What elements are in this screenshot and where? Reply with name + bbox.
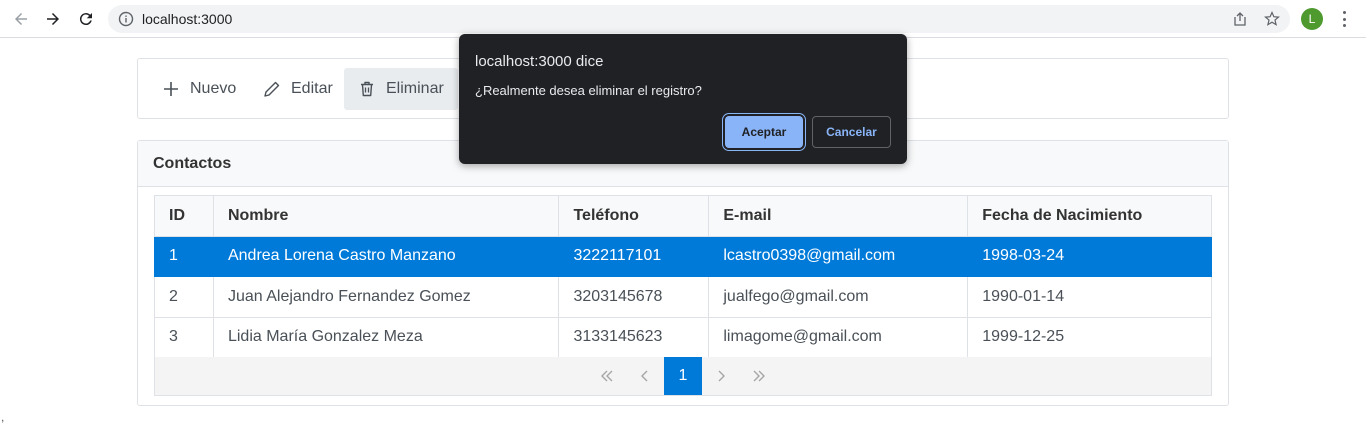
- page-button-current[interactable]: 1: [664, 357, 702, 395]
- url-text[interactable]: localhost:3000: [142, 11, 232, 27]
- cell-id: 1: [154, 235, 214, 277]
- accept-button[interactable]: Aceptar: [725, 116, 803, 148]
- cell-name: Juan Alejandro Fernandez Gomez: [212, 276, 560, 318]
- cell-birthdate: 1998-03-24: [967, 235, 1212, 277]
- cell-id: 2: [154, 276, 214, 318]
- forward-button[interactable]: [41, 7, 65, 31]
- first-page-button[interactable]: [588, 357, 626, 395]
- stray-text: ,: [1, 410, 5, 424]
- cell-email: jualfego@gmail.com: [708, 276, 969, 318]
- chevron-right-icon: [718, 370, 725, 382]
- table-header-row: ID Nombre Teléfono E-mail Fecha de Nacim…: [154, 195, 1212, 237]
- address-bar[interactable]: localhost:3000: [108, 5, 1290, 33]
- cell-email: lcastro0398@gmail.com: [708, 235, 969, 277]
- cell-birthdate: 1990-01-14: [967, 276, 1212, 318]
- cancel-button[interactable]: Cancelar: [812, 116, 891, 148]
- new-button-label: Nuevo: [190, 80, 237, 97]
- next-page-button[interactable]: [702, 357, 740, 395]
- edit-button[interactable]: Editar: [249, 68, 347, 110]
- column-header-birthdate[interactable]: Fecha de Nacimiento: [967, 195, 1212, 237]
- table-row[interactable]: 1 Andrea Lorena Castro Manzano 322211710…: [154, 235, 1212, 277]
- contacts-table: ID Nombre Teléfono E-mail Fecha de Nacim…: [154, 195, 1212, 358]
- column-header-name[interactable]: Nombre: [212, 195, 560, 237]
- prev-page-button[interactable]: [626, 357, 664, 395]
- cell-email: limagome@gmail.com: [708, 316, 969, 358]
- reload-icon: [79, 13, 92, 26]
- confirm-dialog: localhost:3000 dice ¿Realmente desea eli…: [459, 34, 907, 164]
- table-row[interactable]: 2 Juan Alejandro Fernandez Gomez 3203145…: [154, 276, 1212, 318]
- column-header-phone[interactable]: Teléfono: [558, 195, 710, 237]
- avatar-letter: L: [1308, 12, 1316, 26]
- cell-phone: 3203145678: [558, 276, 710, 318]
- cell-phone: 3133145623: [558, 316, 710, 358]
- delete-button[interactable]: Eliminar: [344, 68, 458, 110]
- dialog-message: ¿Realmente desea eliminar el registro?: [475, 83, 702, 98]
- share-icon[interactable]: [1232, 11, 1248, 27]
- star-icon[interactable]: [1264, 11, 1280, 27]
- cell-id: 3: [154, 316, 214, 358]
- column-header-email[interactable]: E-mail: [708, 195, 969, 237]
- info-icon[interactable]: [118, 11, 134, 27]
- table-row[interactable]: 3 Lidia María Gonzalez Meza 3133145623 l…: [154, 316, 1212, 358]
- cell-name: Andrea Lorena Castro Manzano: [212, 235, 560, 277]
- double-chevron-left-icon: [601, 370, 613, 382]
- avatar[interactable]: L: [1301, 8, 1323, 30]
- column-header-id[interactable]: ID: [154, 195, 214, 237]
- contacts-panel: Contactos ID Nombre Teléfono E-mail Fech…: [137, 140, 1229, 406]
- plus-icon: [164, 82, 178, 96]
- cell-name: Lidia María Gonzalez Meza: [212, 316, 560, 358]
- edit-button-label: Editar: [291, 80, 333, 97]
- back-button[interactable]: [9, 7, 33, 31]
- reload-button[interactable]: [74, 7, 98, 31]
- double-chevron-right-icon: [753, 370, 765, 382]
- arrow-left-icon: [15, 13, 27, 25]
- chevron-left-icon: [641, 370, 648, 382]
- pencil-icon: [264, 81, 280, 97]
- delete-button-label: Eliminar: [386, 80, 444, 97]
- cell-birthdate: 1999-12-25: [967, 316, 1212, 358]
- trash-icon: [361, 81, 373, 97]
- new-button[interactable]: Nuevo: [148, 68, 250, 110]
- dialog-title: localhost:3000 dice: [475, 53, 604, 70]
- browser-menu-button[interactable]: [1336, 9, 1352, 29]
- last-page-button[interactable]: [740, 357, 778, 395]
- paginator: 1: [154, 357, 1212, 396]
- arrow-right-icon: [47, 13, 59, 25]
- cell-phone: 3222117101: [558, 235, 710, 277]
- browser-toolbar: localhost:3000 L: [0, 0, 1366, 38]
